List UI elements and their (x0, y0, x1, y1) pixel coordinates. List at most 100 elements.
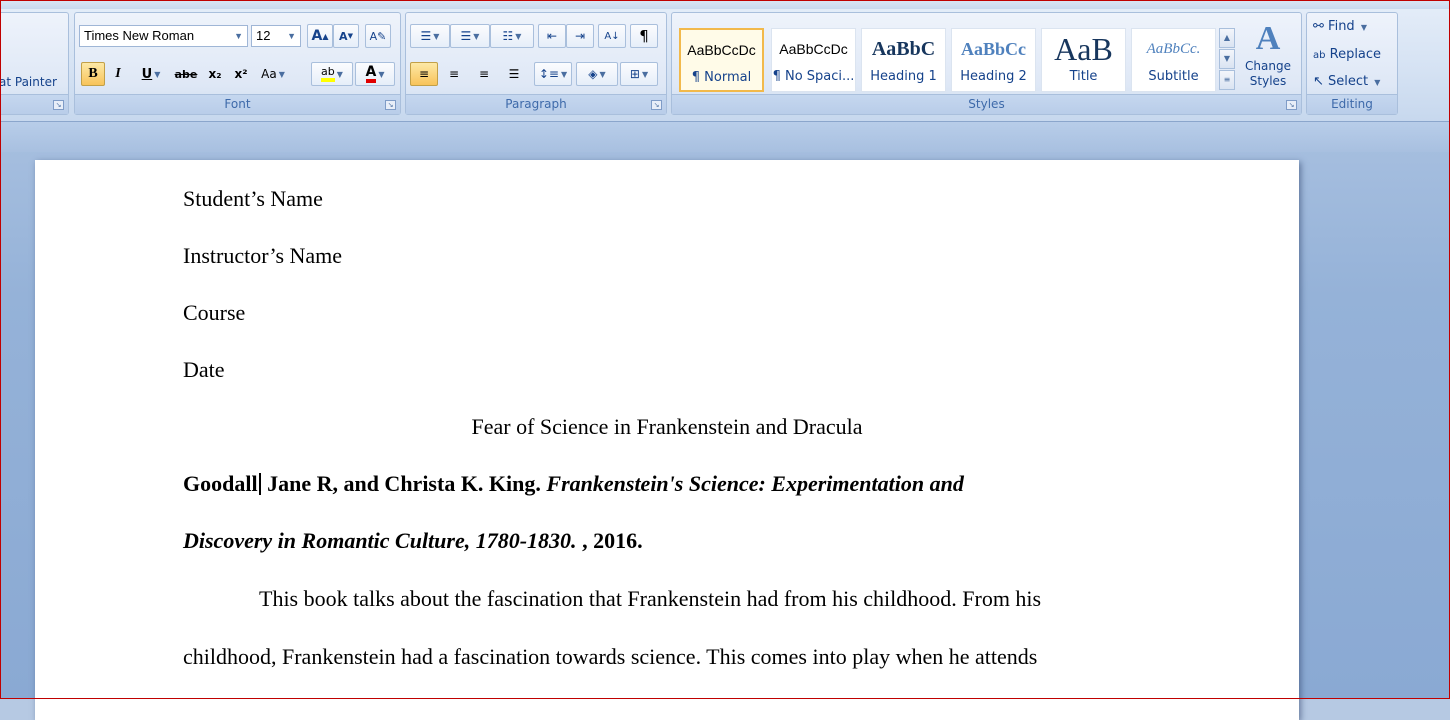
grow-font-button[interactable]: A ▲ (307, 24, 333, 48)
style-subtitle[interactable]: AaBbCc. Subtitle (1131, 28, 1216, 92)
citation-year: , 2016. (576, 528, 643, 553)
style-name: Heading 1 (870, 69, 937, 84)
clear-formatting-button[interactable]: A✎ (365, 24, 391, 48)
course-line[interactable]: Course (183, 300, 245, 326)
increase-indent-icon: ⇥ (574, 29, 586, 43)
styles-scroll-up-button[interactable]: ▲ (1219, 28, 1235, 48)
title-bar-strip (0, 0, 1450, 9)
ruler-area (0, 122, 1450, 152)
change-styles-button[interactable]: A Change Styles (1240, 19, 1296, 97)
change-case-button[interactable]: Aa ▼ (255, 62, 291, 86)
change-case-icon: Aa (261, 67, 277, 81)
italic-button[interactable]: I (107, 62, 129, 86)
style-no-spacing[interactable]: AaBbCcDc ¶ No Spaci... (771, 28, 856, 92)
text-cursor (258, 473, 261, 495)
instructor-name-line[interactable]: Instructor’s Name (183, 243, 342, 269)
increase-indent-button[interactable]: ⇥ (566, 24, 594, 48)
shrink-font-button[interactable]: A ▼ (333, 24, 359, 48)
align-center-button[interactable]: ≡ (440, 62, 468, 86)
paragraph-dialog-launcher[interactable]: ↘ (651, 100, 662, 110)
style-name: Title (1069, 69, 1098, 84)
bullets-button[interactable]: ☰ ▼ (410, 24, 450, 48)
subscript-icon: x₂ (208, 67, 222, 81)
paragraph-group-label: Paragraph (406, 94, 666, 114)
sort-icon: A↓ (604, 30, 620, 42)
format-painter-button[interactable]: at Painter (0, 75, 57, 89)
student-name-line[interactable]: Student’s Name (183, 186, 323, 212)
style-name: Subtitle (1148, 69, 1199, 84)
borders-icon: ⊞ (629, 67, 640, 81)
superscript-icon: x² (234, 67, 248, 81)
subscript-button[interactable]: x₂ (203, 62, 227, 86)
strikethrough-button[interactable]: abe (171, 62, 201, 86)
font-name-value: Times New Roman (84, 28, 195, 43)
numbering-button[interactable]: ☰ ▼ (450, 24, 490, 48)
borders-button[interactable]: ⊞ ▼ (620, 62, 658, 86)
style-heading-1[interactable]: AaBbC Heading 1 (861, 28, 946, 92)
citation-title-part-2: Discovery in Romantic Culture, 1780-1830… (183, 528, 577, 553)
document-title[interactable]: Fear of Science in Frankenstein and Drac… (35, 414, 1299, 440)
multilevel-list-button[interactable]: ☷ ▼ (490, 24, 534, 48)
superscript-button[interactable]: x² (229, 62, 253, 86)
styles-more-button[interactable]: ≡ (1219, 70, 1235, 90)
style-title[interactable]: AaB Title (1041, 28, 1126, 92)
style-sample: AaBbCcDc (687, 42, 756, 58)
clipboard-dialog-launcher[interactable]: ↘ (53, 100, 64, 110)
style-sample: AaBbC (871, 38, 936, 60)
binoculars-icon: ⚯ (1313, 19, 1324, 34)
style-sample: AaBbCc. (1146, 41, 1201, 57)
styles-scroll-down-button[interactable]: ▼ (1219, 49, 1235, 69)
citation-author-b: Jane R, and Christa K. King. (261, 471, 547, 496)
body-paragraph-line-1[interactable]: This book talks about the fascination th… (259, 586, 1041, 612)
style-name: ¶ Normal (691, 70, 752, 85)
font-name-select[interactable]: Times New Roman ▼ (79, 25, 248, 47)
replace-icon: ab (1313, 50, 1326, 61)
line-spacing-button[interactable]: ↕≡ ▼ (534, 62, 572, 86)
underline-button[interactable]: U ▼ (133, 62, 169, 86)
select-label: Select (1328, 74, 1369, 89)
font-group-label: Font (75, 94, 400, 114)
chevron-down-icon: ▼ (287, 31, 296, 41)
document-page[interactable]: Student’s Name Instructor’s Name Course … (35, 160, 1299, 720)
shrink-font-icon: A (339, 29, 348, 43)
style-sample: AaB (1054, 31, 1113, 67)
date-line[interactable]: Date (183, 357, 225, 383)
body-paragraph-line-2[interactable]: childhood, Frankenstein had a fascinatio… (183, 644, 1037, 670)
align-right-button[interactable]: ≡ (470, 62, 498, 86)
align-left-icon: ≡ (418, 67, 430, 81)
bullets-icon: ☰ (420, 29, 432, 43)
style-heading-2[interactable]: AaBbCc Heading 2 (951, 28, 1036, 92)
document-workspace: Student’s Name Instructor’s Name Course … (0, 122, 1450, 720)
bold-button[interactable]: B (81, 62, 105, 86)
align-left-button[interactable]: ≡ (410, 62, 438, 86)
paint-bucket-icon: ◈ (588, 67, 598, 81)
chevron-down-icon: ▼ (234, 31, 243, 41)
decrease-indent-button[interactable]: ⇤ (538, 24, 566, 48)
show-formatting-marks-button[interactable]: ¶ (630, 24, 658, 48)
cursor-arrow-icon: ↖ (1313, 74, 1324, 89)
font-dialog-launcher[interactable]: ↘ (385, 100, 396, 110)
citation-line-1[interactable]: Goodall Jane R, and Christa K. King. Fra… (183, 471, 964, 497)
line-spacing-icon: ↕≡ (538, 67, 559, 81)
styles-dialog-launcher[interactable]: ↘ (1286, 100, 1297, 110)
italic-icon: I (115, 66, 121, 81)
font-color-button[interactable]: A ▼ (355, 62, 395, 86)
select-button[interactable]: ↖ Select ▼ (1313, 74, 1380, 89)
highlight-button[interactable]: ab ▼ (311, 62, 353, 86)
replace-button[interactable]: ab Replace (1313, 47, 1381, 62)
citation-line-2[interactable]: Discovery in Romantic Culture, 1780-1830… (183, 528, 643, 554)
find-button[interactable]: ⚯ Find ▼ (1313, 19, 1367, 34)
shading-button[interactable]: ◈ ▼ (576, 62, 618, 86)
style-normal[interactable]: AaBbCcDc ¶ Normal (679, 28, 764, 92)
font-size-select[interactable]: 12 ▼ (251, 25, 301, 47)
pilcrow-icon: ¶ (639, 27, 649, 45)
sort-button[interactable]: A↓ (598, 24, 626, 48)
highlighter-icon: ab (321, 66, 335, 82)
editing-group: ⚯ Find ▼ ab Replace ↖ Select ▼ Editing (1306, 12, 1398, 115)
ribbon: at Painter ↘ Times New Roman ▼ 12 ▼ A ▲ A… (0, 9, 1450, 122)
underline-icon: U (141, 66, 153, 82)
styles-group-label: Styles (672, 94, 1301, 114)
justify-button[interactable]: ☰ (500, 62, 528, 86)
clipboard-group: at Painter ↘ (0, 12, 69, 115)
citation-author-a: Goodall (183, 471, 258, 496)
